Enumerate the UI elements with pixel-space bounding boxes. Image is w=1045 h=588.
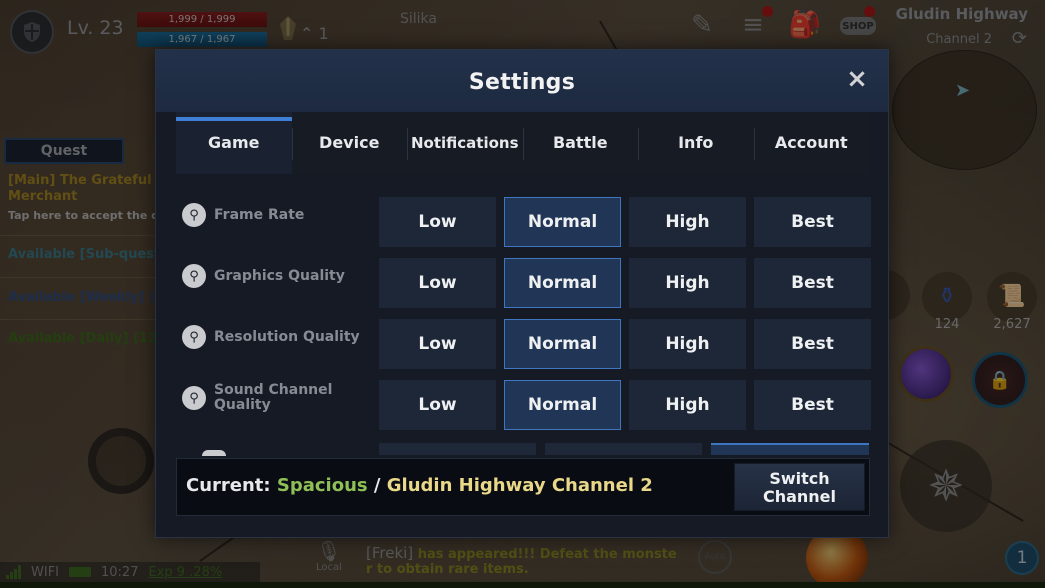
option-low[interactable]: Low	[379, 258, 496, 308]
tab-account[interactable]: Account	[753, 112, 870, 174]
option-low[interactable]: Low	[379, 380, 496, 430]
channel-zone: Gludin Highway Channel 2	[386, 475, 653, 496]
channel-crowd-status: Spacious	[276, 475, 368, 496]
setting-label[interactable]: ⚲ Resolution Quality	[182, 322, 372, 352]
switch-channel-label-1: Switch	[769, 469, 830, 488]
setting-name: Resolution Quality	[214, 328, 360, 345]
option-partial[interactable]	[379, 443, 536, 455]
setting-row-partial[interactable]	[379, 443, 869, 455]
option-best[interactable]: Best	[754, 319, 871, 369]
tab-info[interactable]: Info	[638, 112, 754, 174]
settings-list: ⚲ Frame Rate Low Normal High Best ⚲ Grap…	[176, 190, 871, 434]
dialog-header: Settings ×	[156, 50, 888, 112]
setting-row-resolution-quality: ⚲ Resolution Quality Low Normal High Bes…	[176, 312, 871, 373]
setting-label[interactable]: ⚲ Graphics Quality	[182, 261, 372, 291]
switch-channel-label-2: Channel	[762, 487, 837, 506]
option-best[interactable]: Best	[754, 380, 871, 430]
option-best[interactable]: Best	[754, 258, 871, 308]
magnifier-icon: ⚲	[182, 203, 206, 227]
tab-device[interactable]: Device	[291, 112, 408, 174]
setting-row-graphics-quality: ⚲ Graphics Quality Low Normal High Best	[176, 251, 871, 312]
option-normal[interactable]: Normal	[504, 258, 621, 308]
option-partial[interactable]	[545, 443, 702, 455]
magnifier-icon	[202, 450, 226, 456]
current-channel: Current: Spacious / Gludin Highway Chann…	[186, 475, 653, 496]
setting-row-frame-rate: ⚲ Frame Rate Low Normal High Best	[176, 190, 871, 251]
settings-tabs: Game Device Notifications Battle Info Ac…	[176, 112, 869, 174]
tab-game[interactable]: Game	[176, 112, 292, 174]
current-label: Current:	[186, 475, 271, 496]
setting-name: Frame Rate	[214, 206, 305, 223]
setting-name: Graphics Quality	[214, 267, 345, 284]
magnifier-icon: ⚲	[182, 386, 206, 410]
option-low[interactable]: Low	[379, 319, 496, 369]
setting-label[interactable]: ⚲ Sound Channel Quality	[182, 383, 372, 413]
option-normal[interactable]: Normal	[504, 319, 621, 369]
tab-notifications[interactable]: Notifications	[407, 112, 523, 174]
setting-name: Sound Channel Quality	[214, 382, 333, 413]
close-icon[interactable]: ×	[844, 66, 870, 92]
option-high[interactable]: High	[629, 380, 746, 430]
option-partial-selected[interactable]	[711, 443, 869, 455]
setting-row-sound-channel-quality: ⚲ Sound Channel Quality Low Normal High …	[176, 373, 871, 434]
setting-label[interactable]: ⚲ Frame Rate	[182, 200, 372, 230]
tab-battle[interactable]: Battle	[522, 112, 639, 174]
dialog-title: Settings	[468, 70, 576, 95]
channel-bar: Current: Spacious / Gludin Highway Chann…	[176, 458, 870, 516]
option-best[interactable]: Best	[754, 197, 871, 247]
channel-separator: /	[373, 475, 381, 496]
option-high[interactable]: High	[629, 258, 746, 308]
magnifier-icon: ⚲	[182, 264, 206, 288]
option-normal[interactable]: Normal	[504, 380, 621, 430]
option-low[interactable]: Low	[379, 197, 496, 247]
settings-dialog: Settings × Game Device Notifications Bat…	[155, 49, 889, 538]
option-normal[interactable]: Normal	[504, 197, 621, 247]
option-high[interactable]: High	[629, 319, 746, 369]
switch-channel-button[interactable]: Switch Channel	[734, 463, 865, 511]
option-high[interactable]: High	[629, 197, 746, 247]
magnifier-icon: ⚲	[182, 325, 206, 349]
